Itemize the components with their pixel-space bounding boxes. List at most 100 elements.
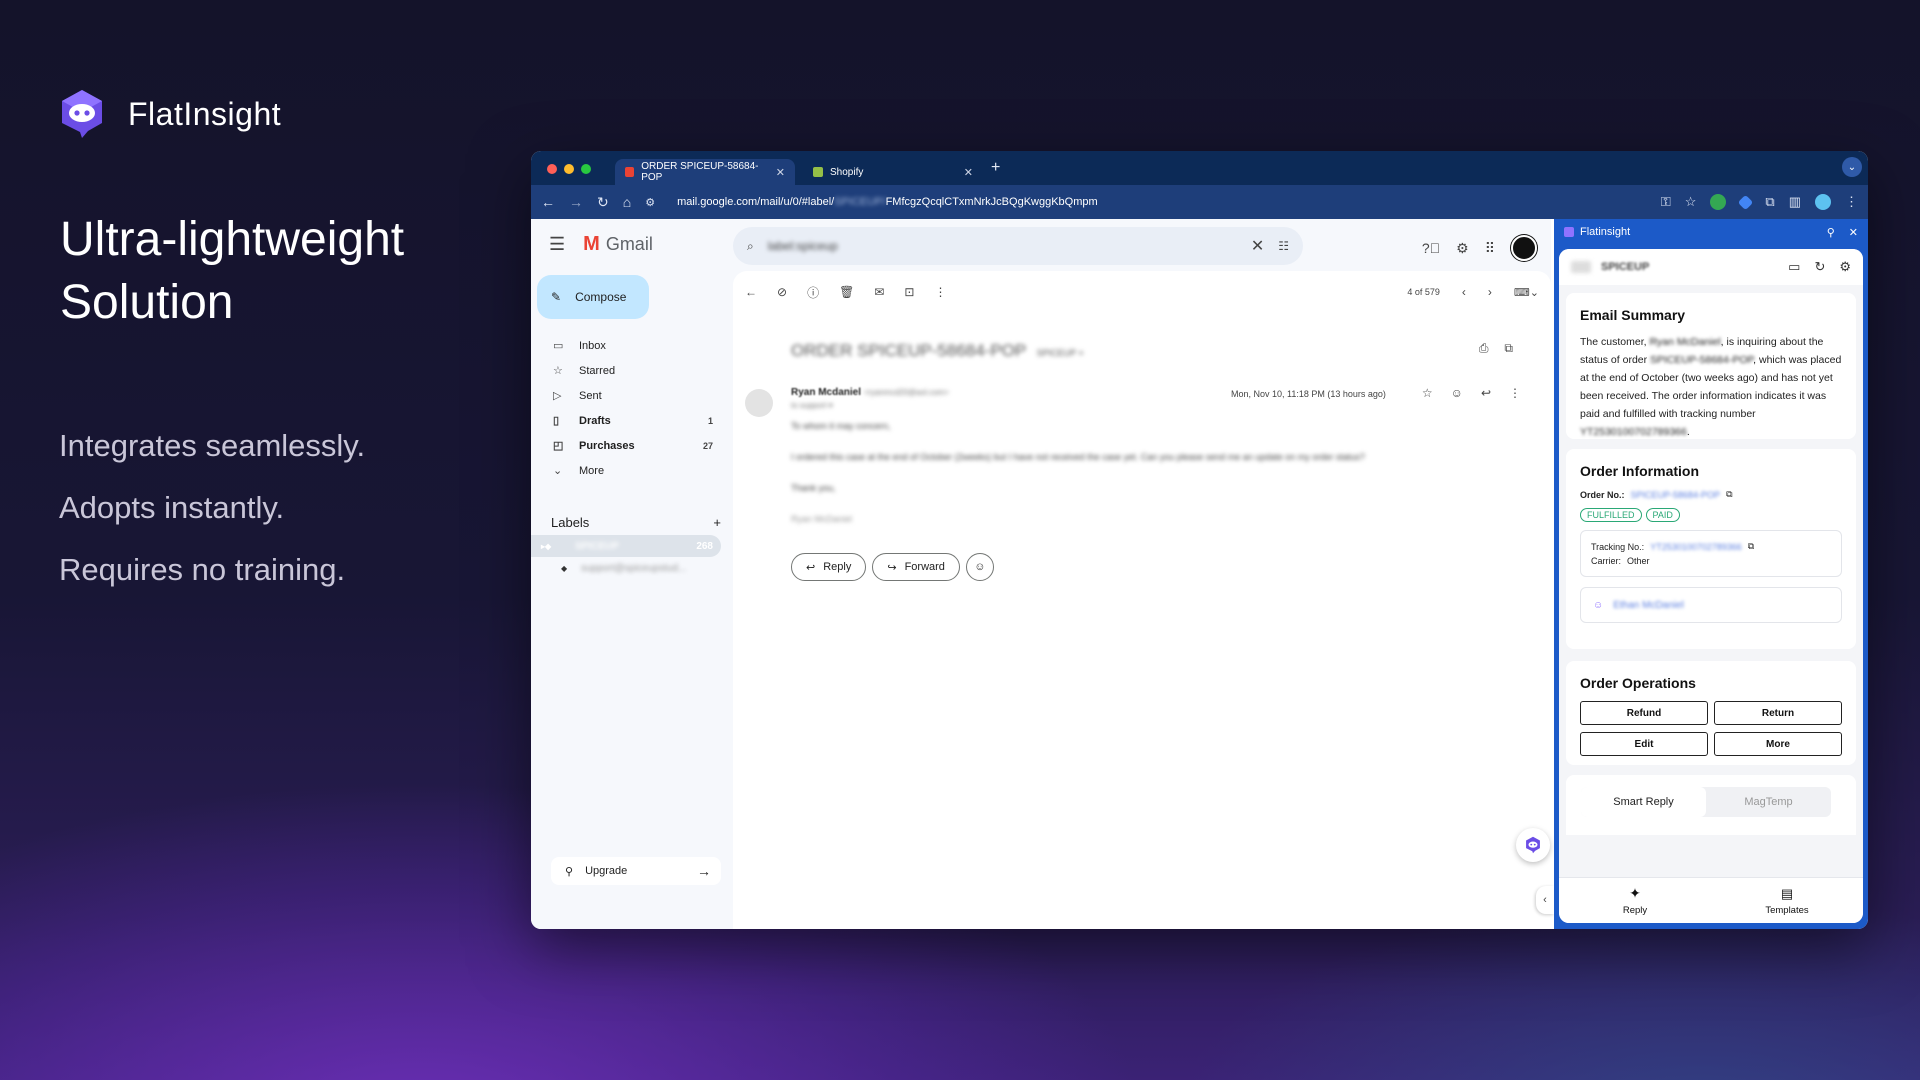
clear-search-icon[interactable]: ✕ <box>1251 236 1264 256</box>
profile-icon[interactable] <box>1815 194 1831 210</box>
nav-more[interactable]: ⌄ More <box>531 458 721 483</box>
tab-search-icon[interactable]: ⌄ <box>1842 157 1862 177</box>
document-icon: ▤ <box>1780 885 1794 901</box>
open-new-window-icon[interactable]: ⧉ <box>1504 341 1513 356</box>
star-icon[interactable]: ☆ <box>1422 386 1433 400</box>
tab-magtemp[interactable]: MagTemp <box>1706 787 1831 817</box>
copy-icon[interactable]: ⧉ <box>1748 541 1754 552</box>
main-menu-icon[interactable]: ☰ <box>549 234 565 255</box>
order-number-link[interactable]: SPICEUP-58684-POP <box>1631 490 1721 500</box>
customer-dropdown[interactable]: ☺ Ethan McDaniel ⌄ <box>1580 587 1842 623</box>
back-arrow-icon[interactable]: ← <box>745 285 757 299</box>
more-button[interactable]: More <box>1714 732 1842 756</box>
url-field[interactable]: mail.google.com/mail/u/0/#label/SPICEUP/… <box>677 196 1098 208</box>
extension-badge-icon[interactable] <box>1710 194 1727 210</box>
browser-menu-icon[interactable]: ⋮ <box>1845 194 1858 210</box>
extensions-puzzle-icon[interactable]: ⧉ <box>1765 194 1774 210</box>
collapse-panel-icon[interactable]: ‹ <box>1536 886 1554 914</box>
summary-customer-name: Ryan McDaniel <box>1649 336 1721 348</box>
close-tab-icon[interactable]: ✕ <box>964 166 973 179</box>
footer-templates[interactable]: ▤ Templates <box>1711 878 1863 923</box>
report-spam-icon[interactable]: ⓘ <box>807 284 819 301</box>
new-tab-button[interactable]: + <box>991 159 1000 177</box>
more-vert-icon[interactable]: ⋮ <box>1509 386 1521 400</box>
tab-shopify[interactable]: Shopify ✕ <box>803 159 983 185</box>
url-text-end: FMfcgzQcqlCTxmNrkJcBQgKwggKbQmpm <box>885 196 1098 208</box>
refresh-icon[interactable]: ↻ <box>1814 259 1825 275</box>
back-icon[interactable]: ← <box>541 194 555 210</box>
label-support[interactable]: ◆ support@spiceupstud... <box>531 557 721 579</box>
gmail-logo[interactable]: M Gmail <box>583 233 653 256</box>
help-icon[interactable]: ?⃝ <box>1422 240 1440 256</box>
next-icon[interactable]: › <box>1488 285 1492 299</box>
arrow-right-icon: → <box>697 863 711 879</box>
side-panel-icon[interactable]: ▥ <box>1789 194 1801 210</box>
label-spiceup[interactable]: ▸◆ SPICEUP 268 <box>531 535 721 557</box>
minimize-window-button[interactable] <box>564 164 574 174</box>
nav-purchases[interactable]: ◰ Purchases 27 <box>531 433 721 458</box>
reply-mode-tabs: Smart Reply MagTemp <box>1581 787 1831 817</box>
reply-icon[interactable]: ↩ <box>1481 386 1491 400</box>
site-info-icon[interactable]: ⚙ <box>645 196 655 209</box>
flatinsight-launcher-button[interactable] <box>1516 828 1550 862</box>
return-button[interactable]: Return <box>1714 701 1842 725</box>
message-toolbar: ← ⊘ ⓘ 🗑 ✉ ⊡ ⋮ 4 of 579 ‹ › ⌨⌄ <box>745 281 1539 303</box>
settings-icon[interactable]: ⚙ <box>1839 259 1851 275</box>
tab-bar: ORDER SPICEUP-58684-POP ✕ Shopify ✕ + ⌄ <box>531 151 1868 185</box>
refund-button[interactable]: Refund <box>1580 701 1708 725</box>
copy-icon[interactable]: ⧉ <box>1726 489 1732 500</box>
tracking-link[interactable]: YT2530100702789366 <box>1650 542 1742 552</box>
more-options-icon[interactable]: ⋮ <box>934 285 946 299</box>
flatinsight-logo-icon <box>1526 836 1540 854</box>
pager-count: 4 of 579 <box>1407 287 1440 297</box>
pin-icon[interactable]: ⚲ <box>1827 226 1835 239</box>
close-window-button[interactable] <box>547 164 557 174</box>
close-panel-icon[interactable]: ✕ <box>1849 226 1858 239</box>
home-icon[interactable]: ⌂ <box>623 194 631 210</box>
upgrade-button[interactable]: ⚲ Upgrade → <box>551 857 721 885</box>
print-icon[interactable]: ⎙ <box>1479 341 1489 356</box>
chat-icon[interactable]: ▭ <box>1788 259 1800 275</box>
password-key-icon[interactable]: ⚿ <box>1661 194 1671 210</box>
customer-name: Ethan McDaniel <box>1613 599 1684 611</box>
apps-grid-icon[interactable]: ⠿ <box>1485 240 1495 257</box>
prev-icon[interactable]: ‹ <box>1462 285 1466 299</box>
forward-icon[interactable]: → <box>569 194 583 210</box>
search-options-icon[interactable]: ☷ <box>1278 239 1289 253</box>
headline: Ultra-lightweight Solution <box>60 208 404 334</box>
edit-button[interactable]: Edit <box>1580 732 1708 756</box>
reply-button[interactable]: ↩ Reply <box>791 553 867 581</box>
tab-gmail[interactable]: ORDER SPICEUP-58684-POP ✕ <box>615 159 795 185</box>
move-to-icon[interactable]: ⊡ <box>904 285 914 299</box>
forward-button[interactable]: ↪ Forward <box>872 553 960 581</box>
tab-smart-reply[interactable]: Smart Reply <box>1581 787 1706 817</box>
search-bar[interactable]: ⌕ label:spiceup ✕ ☷ <box>733 227 1303 265</box>
body-line: Thank you, <box>791 483 836 493</box>
nav-starred[interactable]: ☆ Starred <box>531 358 721 383</box>
subject-label-chip[interactable]: SPICEUP × <box>1037 348 1084 358</box>
search-icon[interactable]: ⌕ <box>747 239 754 254</box>
account-avatar[interactable] <box>1511 235 1537 261</box>
compose-button[interactable]: ✎ Compose <box>537 275 649 319</box>
mark-unread-icon[interactable]: ✉ <box>874 285 884 299</box>
bookmark-star-icon[interactable]: ☆ <box>1685 194 1697 210</box>
keyboard-icon[interactable]: ⌨⌄ <box>1514 286 1539 299</box>
reload-icon[interactable]: ↻ <box>597 194 609 211</box>
add-label-icon[interactable]: + <box>713 515 721 530</box>
nav-inbox[interactable]: ▭ Inbox <box>531 333 721 358</box>
close-tab-icon[interactable]: ✕ <box>776 166 785 179</box>
recipient-line[interactable]: to support ▾ <box>791 401 833 410</box>
emoji-react-button[interactable]: ☺ <box>965 553 994 581</box>
extension-tag-icon[interactable] <box>1738 194 1754 210</box>
delete-icon[interactable]: 🗑 <box>839 285 854 299</box>
settings-gear-icon[interactable]: ⚙ <box>1456 240 1469 257</box>
unsubscribe-icon[interactable]: ⊘ <box>777 285 787 299</box>
emoji-icon[interactable]: ☺ <box>1451 386 1463 400</box>
status-badges: FULFILLED PAID <box>1580 508 1842 522</box>
store-name[interactable]: SPICEUP <box>1601 261 1649 273</box>
maximize-window-button[interactable] <box>581 164 591 174</box>
nav-sent[interactable]: ▷ Sent <box>531 383 721 408</box>
search-input[interactable]: label:spiceup <box>768 239 838 253</box>
nav-drafts[interactable]: ▯ Drafts 1 <box>531 408 721 433</box>
footer-reply[interactable]: ✦ Reply <box>1559 878 1711 923</box>
